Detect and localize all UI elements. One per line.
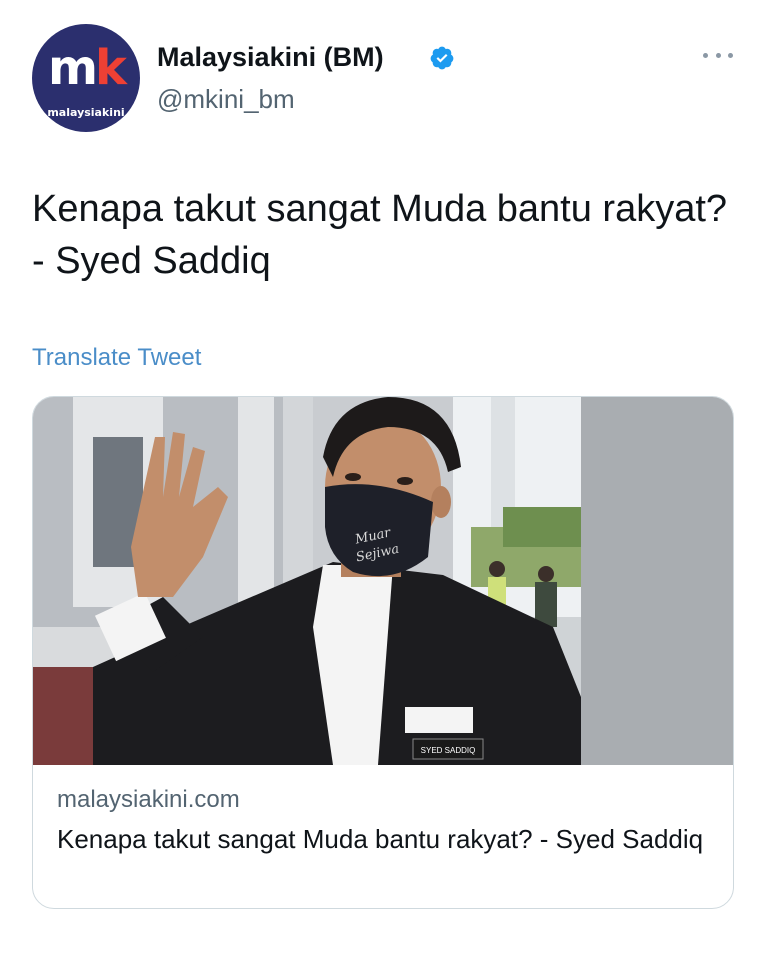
card-domain[interactable]: malaysiakini.com	[57, 784, 240, 816]
card-image[interactable]: SYED SADDIQ Muar Sejiwa	[33, 397, 734, 765]
more-options-icon[interactable]	[703, 48, 733, 62]
translate-tweet-link[interactable]: Translate Tweet	[32, 341, 201, 375]
avatar-sub-label: malaysiakini	[47, 106, 125, 119]
account-handle[interactable]: @mkini_bm	[157, 82, 295, 116]
card-title[interactable]: Kenapa takut sangat Muda bantu rakyat? -…	[57, 821, 707, 857]
avatar-logo: mk	[48, 40, 127, 96]
link-preview-card[interactable]: SYED SADDIQ Muar Sejiwa malaysiakini.com…	[32, 396, 734, 909]
name-tag-text: SYED SADDIQ	[421, 746, 476, 755]
avatar[interactable]: mk malaysiakini	[32, 24, 140, 132]
verified-badge-icon	[430, 46, 454, 70]
display-name[interactable]: Malaysiakini (BM)	[157, 40, 384, 74]
tweet-text: Kenapa takut sangat Muda bantu rakyat? -…	[32, 188, 728, 282]
